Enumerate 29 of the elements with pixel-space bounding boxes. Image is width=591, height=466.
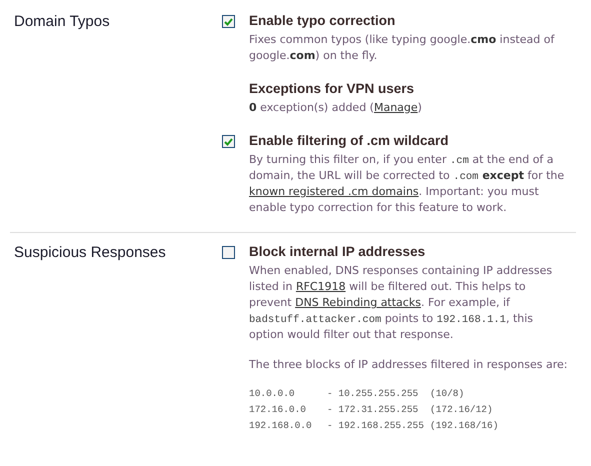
checkmark-icon [224, 138, 233, 146]
range-start: 10.0.0.0 [249, 387, 296, 401]
checkbox[interactable] [222, 135, 235, 148]
checkmark-icon [224, 18, 233, 26]
option-description: 0 exception(s) added (Manage) [249, 100, 423, 116]
option-title: Enable typo correction [249, 12, 396, 30]
option-description: The three blocks of IP addresses filtered in responses are: [249, 357, 568, 373]
range-end: - 10.255.255.255 [327, 387, 420, 401]
option-description: By turning this filter on, if you enter .cm at the end of a domain, the URL will be corrected to .com except for the known registered .cm domains. Important: you must enable typo correction for this feature to work. [249, 152, 566, 216]
option-title: Enable filtering of .cm wildcard [249, 132, 450, 150]
checkbox[interactable] [222, 15, 235, 28]
range-start: 192.168.0.0 [249, 419, 313, 433]
checkbox[interactable] [222, 246, 235, 259]
option-description: Fixes common typos (like typing google.cmo instead of google.com) on the fly. [249, 32, 556, 64]
option-description: When enabled, DNS responses containing IP addresses listed in RFC1918 will be filtered out. This helps to prevent DNS Rebinding attacks. For example, if badstuff.attacker.com points to 192.168.1.1, this option would filter out that response. [249, 263, 554, 343]
text-link[interactable]: Manage [374, 101, 418, 114]
text-link[interactable]: DNS Rebinding attacks [295, 296, 421, 309]
range-cidr: (192.168/16) [430, 419, 498, 433]
range-start: 172.16.0.0 [249, 403, 308, 417]
range-cidr: (172.16/12) [430, 403, 493, 417]
text-link[interactable]: RFC1918 [296, 280, 346, 293]
option-title: Exceptions for VPN users [249, 80, 416, 98]
range-end: - 192.168.255.255 [327, 419, 425, 433]
option-title: Block internal IP addresses [249, 243, 426, 261]
text-link[interactable]: known registered .cm domains [249, 185, 419, 198]
section-title: Domain Typos [13, 12, 111, 32]
range-end: - 172.31.255.255 [327, 403, 420, 417]
section-title: Suspicious Responses [13, 243, 167, 263]
range-cidr: (10/8) [430, 387, 464, 401]
